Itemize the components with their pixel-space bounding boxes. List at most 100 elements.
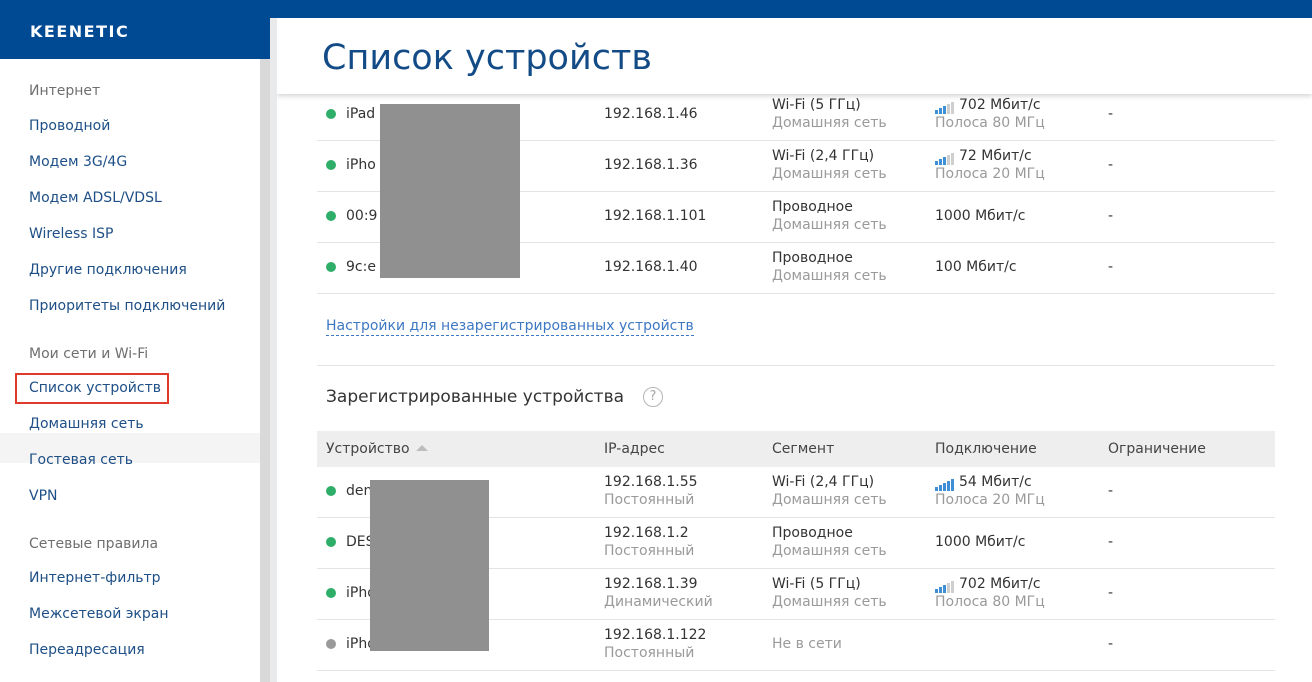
limit: - [1108, 106, 1114, 122]
device-name[interactable]: iPad [346, 106, 375, 122]
segment: Не в сети [772, 636, 842, 652]
ip-address: 192.168.1.122 [604, 627, 707, 643]
segment-sub: Домашняя сеть [772, 594, 887, 610]
sidebar-item-other-connections[interactable]: Другие подключения [29, 262, 187, 278]
limit: - [1108, 483, 1114, 499]
ip-address: 192.168.1.39 [604, 576, 698, 592]
page-title: Список устройств [322, 38, 652, 78]
segment: Wi-Fi (5 ГГц) [772, 97, 861, 113]
column-limit[interactable]: Ограничение [1108, 441, 1206, 457]
sidebar-item-home-network[interactable]: Домашняя сеть [29, 416, 144, 432]
sidebar-item-wired[interactable]: Проводной [29, 118, 110, 134]
connection-speed: 702 Мбит/с [959, 576, 1041, 592]
connection-speed: 72 Мбит/с [959, 148, 1032, 164]
column-segment[interactable]: Сегмент [772, 441, 834, 457]
status-online-dot [326, 588, 336, 598]
status-online-dot [326, 211, 336, 221]
connection-sub: Полоса 80 МГц [935, 115, 1045, 131]
limit: - [1108, 259, 1114, 275]
ip-address: 192.168.1.36 [604, 157, 698, 173]
ip-address: 192.168.1.40 [604, 259, 698, 275]
segment-sub: Домашняя сеть [772, 492, 887, 508]
logo-area[interactable]: KEENETIC [0, 0, 276, 59]
device-name[interactable]: 00:9 [346, 208, 377, 224]
segment: Wi-Fi (5 ГГц) [772, 576, 861, 592]
sidebar-item-connection-priorities[interactable]: Приоритеты подключений [29, 298, 225, 314]
sidebar-item-internet-filter[interactable]: Интернет-фильтр [29, 570, 161, 586]
sidebar-scrollbar[interactable] [260, 59, 270, 682]
connection: 54 Мбит/с [935, 474, 1032, 491]
connection: 72 Мбит/с [935, 148, 1032, 165]
sort-ascending-icon [415, 445, 428, 451]
help-icon[interactable]: ? [643, 387, 663, 407]
connection-sub: Полоса 20 МГц [935, 492, 1045, 508]
status-online-dot [326, 262, 336, 272]
segment-sub: Домашняя сеть [772, 115, 887, 131]
status-online-dot [326, 537, 336, 547]
ip-address: 192.168.1.101 [604, 208, 707, 224]
page-header: Список устройств [277, 18, 1312, 94]
connection-sub: Полоса 20 МГц [935, 166, 1045, 182]
status-offline-dot [326, 639, 336, 649]
column-ip[interactable]: IP-адрес [604, 441, 665, 457]
signal-icon [935, 577, 955, 593]
ip-address: 192.168.1.46 [604, 106, 698, 122]
sidebar-header-network-rules: Сетевые правила [29, 536, 159, 552]
sidebar-divider [270, 18, 277, 682]
limit: - [1108, 208, 1114, 224]
ip-address: 192.168.1.2 [604, 525, 689, 541]
unregistered-settings-link[interactable]: Настройки для незарегистрированных устро… [326, 318, 694, 336]
segment: Проводное [772, 525, 853, 541]
sidebar-item-modem-adsl[interactable]: Модем ADSL/VDSL [29, 190, 162, 206]
signal-icon [935, 475, 955, 491]
device-name[interactable]: 9c:e [346, 259, 376, 275]
ip-type: Постоянный [604, 645, 695, 661]
ip-type: Постоянный [604, 543, 695, 559]
sidebar-item-modem-3g4g[interactable]: Модем 3G/4G [29, 154, 127, 170]
column-connection[interactable]: Подключение [935, 441, 1037, 457]
ip-type: Динамический [604, 594, 713, 610]
segment: Wi-Fi (2,4 ГГц) [772, 474, 875, 490]
limit: - [1108, 157, 1114, 173]
sidebar-item-wireless-isp[interactable]: Wireless ISP [29, 226, 114, 242]
segment-sub: Домашняя сеть [772, 166, 887, 182]
segment: Проводное [772, 250, 853, 266]
sidebar: Интернет Проводной Модем 3G/4G Модем ADS… [0, 59, 274, 682]
signal-icon [935, 98, 955, 114]
sidebar-item-port-forwarding[interactable]: Переадресация [29, 642, 145, 658]
connection-speed: 1000 Мбит/с [935, 534, 1026, 550]
connection: 702 Мбит/с [935, 576, 1041, 593]
device-name[interactable]: den [346, 483, 372, 499]
connection-speed: 1000 Мбит/с [935, 208, 1026, 224]
device-name[interactable]: iPho [346, 157, 376, 173]
status-online-dot [326, 160, 336, 170]
connection: 702 Мбит/с [935, 97, 1041, 114]
segment-sub: Домашняя сеть [772, 217, 887, 233]
ip-address: 192.168.1.55 [604, 474, 698, 490]
sidebar-item-firewall[interactable]: Межсетевой экран [29, 606, 169, 622]
status-online-dot [326, 486, 336, 496]
limit: - [1108, 585, 1114, 601]
main-content: Список устройств iPad 192.168.1.46 Wi-Fi… [277, 18, 1312, 682]
redaction-mask [380, 104, 520, 278]
registered-devices-title: Зарегистрированные устройства [326, 387, 625, 407]
sidebar-item-vpn[interactable]: VPN [29, 488, 58, 504]
limit: - [1108, 636, 1114, 652]
column-device-label: Устройство [326, 441, 410, 457]
sidebar-item-guest-network[interactable]: Гостевая сеть [29, 452, 133, 468]
table-header: Устройство IP-адрес Сегмент Подключение … [317, 431, 1275, 467]
redaction-mask [370, 480, 489, 651]
segment-sub: Домашняя сеть [772, 268, 887, 284]
section-divider [317, 365, 1275, 366]
segment: Wi-Fi (2,4 ГГц) [772, 148, 875, 164]
ip-type: Постоянный [604, 492, 695, 508]
sidebar-header-internet: Интернет [29, 83, 101, 99]
segment: Проводное [772, 199, 853, 215]
signal-icon [935, 149, 955, 165]
segment-sub: Домашняя сеть [772, 543, 887, 559]
connection-speed: 54 Мбит/с [959, 474, 1032, 490]
connection-speed: 702 Мбит/с [959, 97, 1041, 113]
connection-sub: Полоса 80 МГц [935, 594, 1045, 610]
column-device[interactable]: Устройство [326, 441, 428, 457]
keenetic-logo[interactable]: KEENETIC [30, 22, 129, 41]
